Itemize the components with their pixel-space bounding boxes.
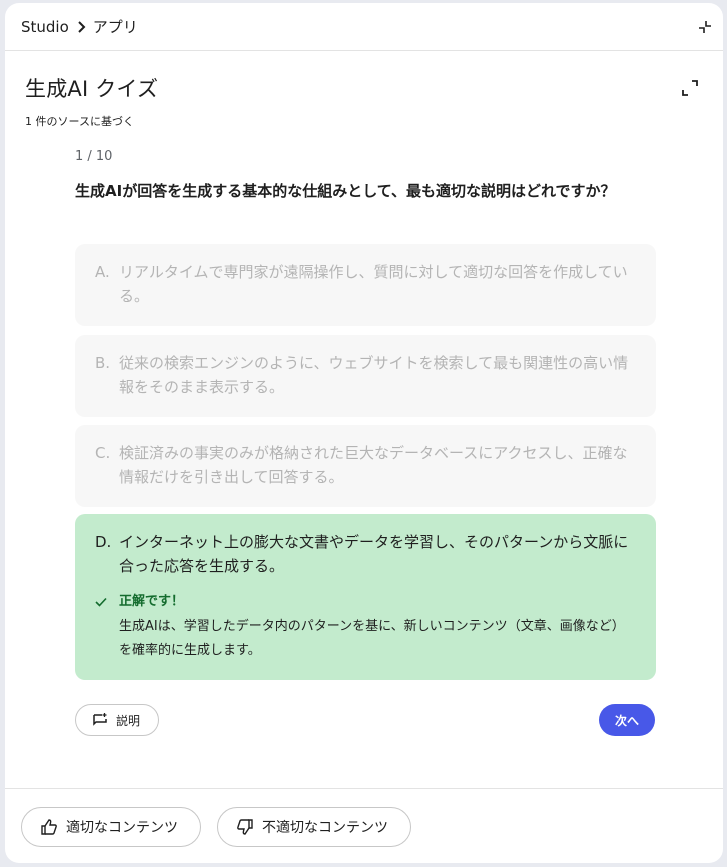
option-b[interactable]: B. 従来の検索エンジンのように、ウェブサイトを検索して最も関連性の高い情報をそ… xyxy=(75,335,656,417)
answer-feedback: 正解です！ 生成AIは、学習したデータ内のパターンを基に、新しいコンテンツ（文章… xyxy=(95,590,636,663)
option-c[interactable]: C. 検証済みの事実のみが格納された巨大なデータベースにアクセスし、正確な情報だ… xyxy=(75,425,656,507)
thumbs-down-icon xyxy=(237,819,253,835)
page-title: 生成AI クイズ xyxy=(25,77,159,101)
expand-icon[interactable] xyxy=(681,79,699,97)
breadcrumb-current: アプリ xyxy=(92,18,138,36)
source-count: 1 件のソースに基づく xyxy=(25,115,134,128)
option-text: 検証済みの事実のみが格納された巨大なデータベースにアクセスし、正確な情報だけを引… xyxy=(119,444,628,486)
option-text: 従来の検索エンジンのように、ウェブサイトを検索して最も関連性の高い情報をそのまま… xyxy=(119,354,629,396)
feedback-title: 正解です！ xyxy=(119,594,185,609)
option-letter: C. xyxy=(95,444,111,462)
feedback-body: 生成AIは、学習したデータ内のパターンを基に、新しいコンテンツ（文章、画像など）… xyxy=(119,619,625,658)
option-letter: A. xyxy=(95,263,110,281)
good-content-label: 適切なコンテンツ xyxy=(66,820,178,836)
next-button[interactable]: 次へ xyxy=(599,704,655,736)
collapse-icon[interactable] xyxy=(697,19,713,35)
explain-button[interactable]: 説明 xyxy=(75,704,159,736)
breadcrumb-studio[interactable]: Studio xyxy=(21,18,69,36)
option-d-correct[interactable]: D. インターネット上の膨大な文書やデータを学習し、そのパターンから文脈に合った… xyxy=(75,514,656,680)
chat-sparkle-icon xyxy=(93,713,107,726)
option-letter: B. xyxy=(95,354,111,372)
quiz-question-block: 1 / 10 生成AIが回答を生成する基本的な仕組みとして、最も適切な説明はどれ… xyxy=(75,149,656,204)
studio-panel: Studio アプリ 生成AI クイズ 1 件のソースに基づく 1 / 10 生… xyxy=(5,3,723,863)
feedback-footer: 適切なコンテンツ 不適切なコンテンツ xyxy=(5,788,723,863)
bad-content-label: 不適切なコンテンツ xyxy=(262,820,388,836)
option-a[interactable]: A. リアルタイムで専門家が遠隔操作し、質問に対して適切な回答を作成している。 xyxy=(75,244,656,326)
question-counter: 1 / 10 xyxy=(75,149,113,164)
bad-content-button[interactable]: 不適切なコンテンツ xyxy=(217,807,411,847)
thumbs-up-icon xyxy=(41,819,57,835)
explain-label: 説明 xyxy=(116,713,141,728)
top-bar: Studio アプリ xyxy=(5,3,723,51)
check-icon xyxy=(95,590,119,663)
option-letter: D. xyxy=(95,533,112,551)
chevron-right-icon xyxy=(77,20,87,33)
good-content-button[interactable]: 適切なコンテンツ xyxy=(21,807,201,847)
question-text: 生成AIが回答を生成する基本的な仕組みとして、最も適切な説明はどれですか？ xyxy=(75,182,616,200)
option-text: リアルタイムで専門家が遠隔操作し、質問に対して適切な回答を作成している。 xyxy=(119,263,628,305)
quiz-header: 生成AI クイズ 1 件のソースに基づく xyxy=(5,51,723,147)
option-text: インターネット上の膨大な文書やデータを学習し、そのパターンから文脈に合った応答を… xyxy=(119,533,629,575)
